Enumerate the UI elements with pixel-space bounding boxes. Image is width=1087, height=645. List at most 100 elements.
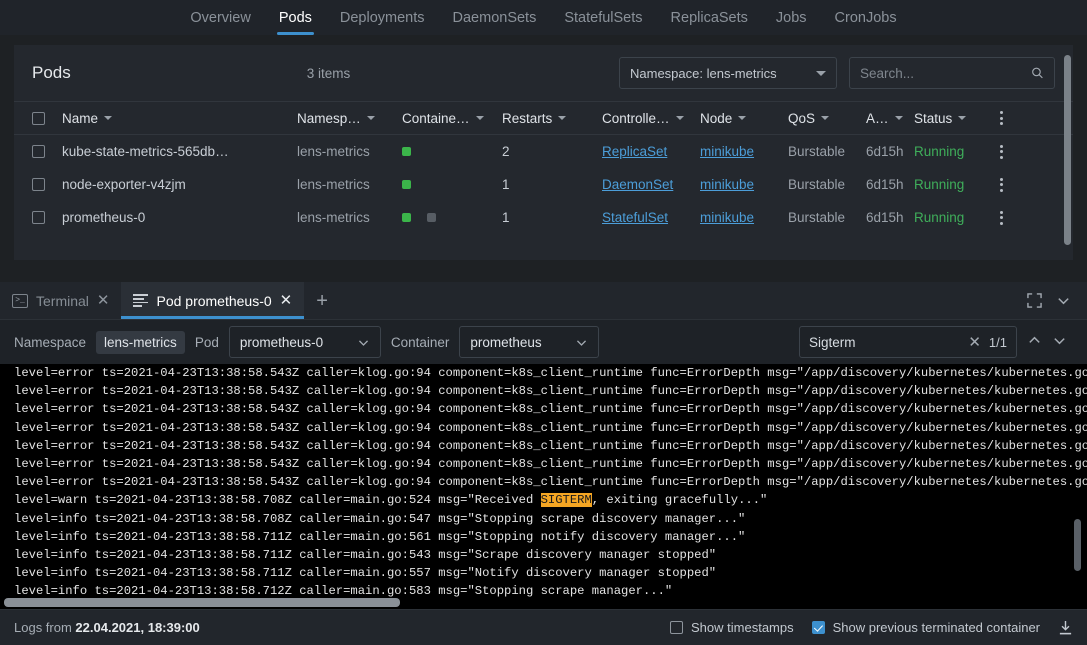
chevron-down-icon — [816, 70, 826, 76]
column-header-qos[interactable]: QoS — [788, 111, 866, 126]
kebab-icon — [999, 111, 1003, 125]
table-vertical-scrollbar[interactable] — [1064, 55, 1071, 245]
row-actions-menu[interactable] — [986, 144, 1016, 159]
close-icon[interactable]: ✕ — [968, 335, 981, 350]
container-status-dot[interactable] — [402, 180, 411, 189]
age-value: 6d15h — [866, 177, 904, 192]
search-next-chevron-down-icon[interactable] — [1052, 333, 1067, 351]
namespace-value: lens-metrics — [297, 210, 370, 225]
row-checkbox[interactable] — [32, 145, 45, 158]
chevron-down-icon — [577, 339, 587, 346]
restarts-value: 1 — [502, 177, 510, 192]
table-row[interactable]: kube-state-metrics-565db… lens-metrics 2 Re… — [14, 135, 1073, 168]
show-timestamps-checkbox[interactable]: Show timestamps — [670, 620, 794, 635]
collapse-chevron-down-icon[interactable] — [1056, 293, 1071, 308]
nav-tab-jobs[interactable]: Jobs — [762, 0, 821, 35]
container-select-value: prometheus — [470, 334, 542, 350]
cell-containers — [402, 180, 502, 189]
namespace-select[interactable]: Namespace: lens-metrics — [619, 57, 837, 89]
close-icon[interactable]: ✕ — [97, 293, 110, 308]
dock-tab-pod-logs[interactable]: Pod prometheus-0 ✕ — [121, 282, 305, 319]
log-line: level=info ts=2021-04-23T13:38:58.708Z c… — [14, 511, 746, 526]
row-select-cell — [32, 211, 62, 224]
controller-link[interactable]: StatefulSet — [602, 210, 668, 225]
cell-status: Running — [914, 210, 986, 225]
pod-select[interactable]: prometheus-0 — [228, 326, 381, 358]
column-header-node[interactable]: Node — [700, 111, 788, 126]
column-header-restarts[interactable]: Restarts — [502, 111, 602, 126]
nav-tab-overview[interactable]: Overview — [176, 0, 264, 35]
nav-tab-cronjobs[interactable]: CronJobs — [821, 0, 911, 35]
cell-name[interactable]: kube-state-metrics-565db… — [62, 144, 297, 159]
controller-link[interactable]: DaemonSet — [602, 177, 673, 192]
cell-namespace: lens-metrics — [297, 144, 402, 159]
download-icon[interactable] — [1058, 620, 1073, 636]
log-output[interactable]: level=error ts=2021-04-23T13:38:58.543Z … — [0, 364, 1087, 609]
nav-tab-label: Jobs — [775, 9, 807, 26]
select-all-checkbox[interactable] — [32, 111, 45, 125]
column-options-menu[interactable] — [986, 111, 1016, 125]
column-header-status-label: Status — [914, 110, 953, 126]
row-actions-menu[interactable] — [986, 210, 1016, 225]
container-status-dot[interactable] — [402, 213, 411, 222]
log-horizontal-scrollbar[interactable] — [4, 598, 400, 607]
status-badge: Running — [914, 210, 965, 225]
cell-status: Running — [914, 144, 986, 159]
node-link[interactable]: minikube — [700, 210, 754, 225]
column-header-status[interactable]: Status — [914, 111, 986, 126]
checkbox-box — [811, 621, 825, 634]
log-search-input[interactable] — [809, 334, 961, 350]
nav-tab-pods[interactable]: Pods — [265, 0, 326, 35]
pod-name: prometheus-0 — [62, 210, 146, 225]
row-actions-menu[interactable] — [986, 177, 1016, 192]
node-link[interactable]: minikube — [700, 177, 754, 192]
namespace-value: lens-metrics — [297, 177, 370, 192]
column-header-age[interactable]: A… — [866, 111, 914, 126]
table-header-row: Name Namesp… Containe… Restarts Controll… — [14, 101, 1073, 135]
qos-value: Burstable — [788, 144, 846, 159]
controller-link[interactable]: ReplicaSet — [602, 144, 667, 159]
logs-from-text: Logs from 22.04.2021, 18:39:00 — [14, 620, 200, 635]
cell-name[interactable]: node-exporter-v4zjm — [62, 177, 297, 192]
search-highlight: SIGTERM — [540, 493, 592, 508]
log-search-box[interactable]: ✕ 1/1 — [799, 326, 1017, 358]
column-header-namespace[interactable]: Namesp… — [297, 111, 402, 126]
container-status-dot[interactable] — [402, 147, 411, 156]
panel-controls: Namespace: lens-metrics — [619, 57, 1055, 89]
column-header-containers[interactable]: Containe… — [402, 111, 502, 126]
search-input[interactable] — [860, 65, 1031, 81]
cell-namespace: lens-metrics — [297, 210, 402, 225]
sort-caret-icon — [894, 116, 903, 120]
log-line: level=error ts=2021-04-23T13:38:58.543Z … — [14, 457, 1087, 472]
nav-tab-daemonsets[interactable]: DaemonSets — [439, 0, 551, 35]
search-box[interactable] — [849, 57, 1055, 89]
cell-status: Running — [914, 177, 986, 192]
row-checkbox[interactable] — [32, 178, 45, 191]
row-checkbox[interactable] — [32, 211, 45, 224]
container-select[interactable]: prometheus — [459, 326, 600, 358]
add-tab-button[interactable]: + — [304, 282, 340, 319]
close-icon[interactable]: ✕ — [280, 293, 293, 308]
terminal-icon: >_ — [12, 293, 28, 308]
log-vertical-scrollbar[interactable] — [1074, 519, 1081, 571]
log-line: level=error ts=2021-04-23T13:38:58.543Z … — [14, 420, 1087, 435]
nav-tab-statefulsets[interactable]: StatefulSets — [550, 0, 656, 35]
table-row[interactable]: node-exporter-v4zjm lens-metrics 1 DaemonSe… — [14, 168, 1073, 201]
table-row[interactable]: prometheus-0 lens-metrics 1 StatefulSet min… — [14, 201, 1073, 234]
dock-tab-terminal-label: Terminal — [36, 292, 89, 309]
column-header-controller[interactable]: Controlle… — [602, 111, 700, 126]
nav-tab-label: CronJobs — [834, 9, 897, 26]
container-status-dot[interactable] — [426, 213, 436, 222]
dock-tab-terminal[interactable]: >_ Terminal ✕ — [0, 282, 121, 319]
search-prev-chevron-up-icon[interactable] — [1027, 333, 1042, 351]
log-line: level=info ts=2021-04-23T13:38:58.711Z c… — [14, 529, 746, 544]
cell-name[interactable]: prometheus-0 — [62, 210, 297, 225]
node-link[interactable]: minikube — [700, 144, 754, 159]
restarts-value: 2 — [502, 144, 510, 159]
nav-tab-replicasets[interactable]: ReplicaSets — [657, 0, 762, 35]
nav-tab-deployments[interactable]: Deployments — [326, 0, 439, 35]
column-header-name[interactable]: Name — [62, 111, 297, 126]
fullscreen-icon[interactable] — [1027, 293, 1042, 308]
status-badge: Running — [914, 177, 965, 192]
show-previous-terminated-checkbox[interactable]: Show previous terminated container — [811, 620, 1040, 635]
